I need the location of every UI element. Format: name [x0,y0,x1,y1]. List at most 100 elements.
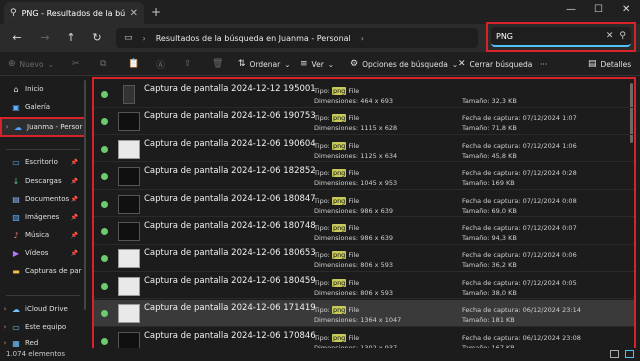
file-name: Captura de pantalla 2024-12-06 170846 [144,330,316,341]
list-item[interactable]: Captura de pantalla 2024-12-06 180653 Tip… [94,245,634,272]
sync-status-icon [101,337,108,345]
list-item[interactable]: Captura de pantalla 2024-12-06 171419 Tip… [94,300,634,327]
file-type-prefix: Tipo: [314,278,332,287]
file-type: Tipo: png File [314,251,360,260]
file-dimensions: Dimensiones: 986 x 639 [314,234,393,242]
list-item[interactable]: Captura de pantalla 2024-12-06 182852 Tip… [94,163,634,190]
sync-status-icon [101,145,108,153]
sidebar-scrollbar[interactable] [84,80,86,310]
close-tab-icon[interactable]: ✕ [130,8,138,19]
list-item[interactable]: Captura de pantalla 2024-12-06 180459 Tip… [94,273,634,300]
share-icon[interactable]: ⇪ [184,57,192,71]
content-view-icon[interactable] [625,350,634,358]
file-type-prefix: Tipo: [314,141,332,150]
search-field[interactable]: ✕ ⚲ [491,27,631,47]
list-item[interactable]: Captura de pantalla 2024-12-06 190753 Tip… [94,108,634,135]
file-dimensions: Dimensiones: 464 x 693 [314,97,393,105]
file-name: Captura de pantalla 2024-12-06 190604 [144,138,316,149]
sidebar-item-videos[interactable]: ▶ Vídeos 📌 [0,245,86,261]
file-dimensions: Dimensiones: 1115 x 628 [314,124,398,133]
chevron-right-icon[interactable]: › [2,123,12,131]
image-thumbnail [118,249,140,269]
search-highlight-match: png [331,141,347,150]
image-thumbnail [123,85,135,104]
search-highlight-match: png [331,87,347,95]
sidebar-item-home[interactable]: ⌂ Inicio [0,81,86,97]
downloads-icon: ↓ [12,176,20,186]
sort-button[interactable]: ⇅ Ordenar ⌄ [238,57,291,71]
refresh-icon[interactable]: ↻ [90,31,104,45]
sidebar-item-documents[interactable]: ▤ Documentos 📌 [0,191,86,207]
delete-icon[interactable]: 🗑 [212,57,223,71]
command-bar: ⊕ Nuevo ⌄ ✂ ⧉ 📋 Ⓐ ⇪ 🗑 ⇅ Ordenar ⌄ ≡ Ver … [0,52,640,76]
sidebar-item-screenshots[interactable]: ▬ Capturas de par [0,263,86,279]
rename-icon[interactable]: Ⓐ [156,57,165,71]
file-size: Tamaño: 36,2 KB [462,261,517,270]
new-tab-button[interactable]: + [149,5,163,19]
capture-date: Fecha de captura: 07/12/2024 0:08 [462,196,577,205]
maximize-button[interactable]: ☐ [594,4,603,15]
sidebar-item-music[interactable]: ♪ Música 📌 [0,227,86,243]
onedrive-icon: ☁ [14,122,22,132]
copy-icon[interactable]: ⧉ [100,57,106,71]
sidebar-item-downloads[interactable]: ↓ Descargas 📌 [0,173,86,189]
file-type-prefix: Tipo: [314,114,332,123]
file-size: Tamaño: 69,0 KB [462,206,517,215]
file-dimensions: Dimensiones: 806 x 593 [314,288,393,297]
close-icon: ✕ [458,59,466,69]
sidebar-item-icloud[interactable]: › ☁ iCloud Drive [0,301,86,317]
sidebar-item-label: Música [25,231,50,239]
sidebar-item-label: iCloud Drive [25,305,68,313]
file-name: Captura de pantalla 2024-12-06 180748 [144,221,316,231]
capture-date: Fecha de captura: 07/12/2024 0:05 [462,278,577,287]
list-item[interactable]: Captura de pantalla 2024-12-12 195001 Tip… [94,81,634,108]
sidebar-item-onedrive[interactable]: › ☁ Juanma - Persor [0,117,86,137]
sync-status-icon [101,282,108,290]
search-highlight-match: png [331,306,347,315]
file-dimensions: Dimensiones: 1364 x 1047 [314,316,402,325]
search-input[interactable] [496,31,600,41]
details-button[interactable]: ▤ Detalles [588,57,631,71]
address-path: Resultados de la búsqueda en Juanma - Pe… [155,33,351,43]
capture-date: Fecha de captura: 06/12/2024 23:08 [462,333,581,342]
address-bar[interactable]: ▭ › Resultados de la búsqueda en Juanma … [116,28,478,48]
file-type: Tipo: png File [314,224,359,232]
chevron-right-icon[interactable]: › [0,323,10,331]
search-options-button[interactable]: ⚙ Opciones de búsqueda ⌄ [350,57,458,71]
minimize-button[interactable]: — [566,4,576,15]
sync-status-icon [101,228,108,235]
list-item[interactable]: Captura de pantalla 2024-12-06 180847 Tip… [94,191,634,218]
file-size: Tamaño: 45,8 KB [462,151,517,160]
list-item[interactable]: Captura de pantalla 2024-12-06 190604 Tip… [94,136,634,163]
clear-search-icon[interactable]: ✕ [606,31,614,41]
tab-search-results[interactable]: ⚲ PNG - Resultados de la búsque ✕ [4,2,144,24]
file-type-prefix: Tipo: [314,306,332,315]
sidebar-item-this-pc[interactable]: › ▭ Este equipo [0,319,86,335]
details-view-icon[interactable] [610,350,619,358]
forward-arrow-icon[interactable]: → [38,31,52,45]
pin-icon: 📌 [70,195,78,203]
back-arrow-icon[interactable]: ← [10,31,24,45]
file-type-suffix: File [346,251,360,260]
close-window-button[interactable]: ✕ [622,4,630,15]
search-highlight-match: png [331,224,347,232]
paste-icon[interactable]: 📋 [128,57,139,71]
more-options-button[interactable]: ··· [540,57,547,71]
new-button[interactable]: ⊕ Nuevo ⌄ [8,57,54,71]
sidebar-item-gallery[interactable]: ▣ Galería [0,99,86,115]
image-thumbnail [118,222,140,241]
sidebar-item-desktop[interactable]: ▭ Escritorio 📌 [0,154,86,170]
search-icon[interactable]: ⚲ [619,31,626,41]
chevron-right-icon[interactable]: › [0,305,10,313]
close-search-button[interactable]: ✕ Cerrar búsqueda [458,57,532,71]
view-button[interactable]: ≡ Ver ⌄ [300,57,334,71]
pictures-icon: ▨ [12,212,20,222]
up-arrow-icon[interactable]: ↑ [64,31,78,45]
details-label: Detalles [600,59,632,69]
chevron-right-icon[interactable]: › [0,339,10,347]
sync-status-icon [101,310,108,318]
list-item[interactable]: Captura de pantalla 2024-12-06 180748 Tip… [94,218,634,245]
cut-icon[interactable]: ✂ [72,57,80,71]
file-type-suffix: File [346,306,360,315]
sidebar-item-pictures[interactable]: ▨ Imágenes 📌 [0,209,86,225]
